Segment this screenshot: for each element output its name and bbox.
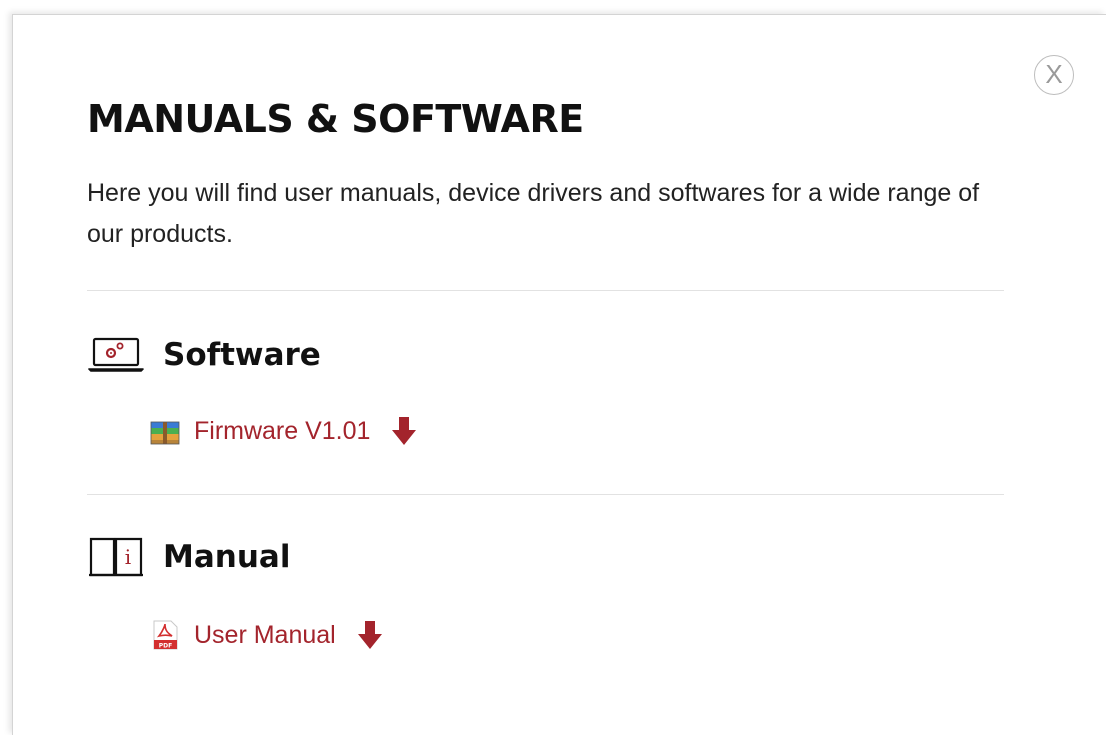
download-arrow-icon[interactable] — [390, 415, 418, 447]
svg-text:i: i — [125, 545, 131, 569]
info-book-icon: i — [87, 535, 145, 579]
laptop-settings-icon — [87, 333, 145, 377]
section-manual-header: i Manual — [87, 535, 290, 579]
user-manual-link-label: User Manual — [194, 620, 336, 649]
section-software-header: Software — [87, 333, 321, 377]
divider — [87, 494, 1004, 495]
pdf-icon: PDF — [149, 619, 181, 651]
download-arrow-icon[interactable] — [356, 619, 384, 651]
intro-text: Here you will find user manuals, device … — [87, 179, 980, 248]
manuals-software-modal: X MANUALS & SOFTWARE Here you will find … — [12, 14, 1106, 735]
user-manual-download-link[interactable]: PDF User Manual — [149, 619, 384, 651]
firmware-link-label: Firmware V1.01 — [194, 416, 371, 445]
section-title-software: Software — [163, 337, 321, 373]
close-button[interactable]: X — [1034, 55, 1074, 95]
close-icon: X — [1045, 59, 1063, 89]
section-title-manual: Manual — [163, 539, 291, 575]
archive-icon — [149, 415, 181, 447]
firmware-download-link[interactable]: Firmware V1.01 — [149, 415, 418, 447]
svg-text:PDF: PDF — [159, 643, 172, 650]
divider — [87, 290, 1004, 291]
modal-title: MANUALS & SOFTWARE — [87, 97, 584, 141]
